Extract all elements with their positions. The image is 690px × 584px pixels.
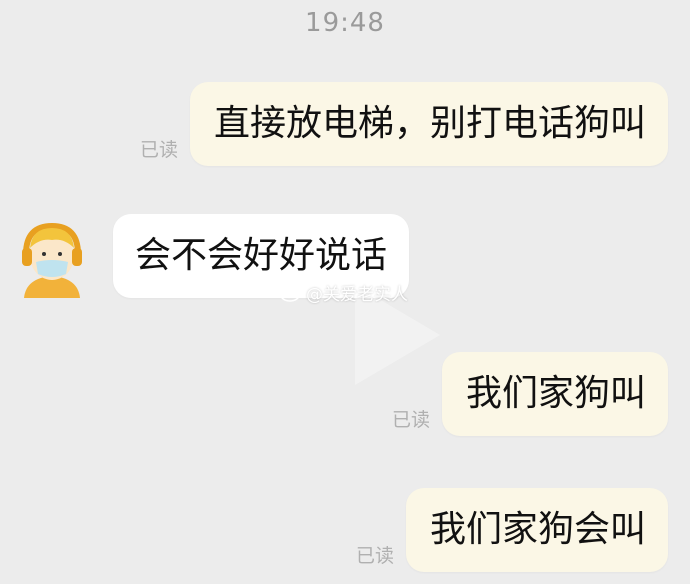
- message-timestamp: 19:48: [305, 8, 385, 38]
- contact-avatar[interactable]: [18, 218, 86, 298]
- outgoing-message-bubble[interactable]: 直接放电梯，别打电话狗叫: [189, 82, 668, 166]
- outgoing-message-bubble[interactable]: 我们家狗会叫: [405, 488, 668, 572]
- read-receipt: 已读: [391, 409, 430, 431]
- watermark: @关爱老实人: [280, 280, 408, 305]
- read-receipt: 已读: [139, 139, 178, 161]
- message-row-outgoing: 已读 直接放电梯，别打电话狗叫: [140, 82, 668, 166]
- read-receipt: 已读: [355, 545, 394, 567]
- weibo-icon: [280, 284, 301, 302]
- outgoing-message-bubble[interactable]: 我们家狗叫: [441, 352, 668, 436]
- message-row-outgoing: 已读 我们家狗会叫: [356, 488, 668, 572]
- message-row-outgoing: 已读 我们家狗叫: [392, 352, 668, 436]
- watermark-text: @关爱老实人: [306, 285, 408, 305]
